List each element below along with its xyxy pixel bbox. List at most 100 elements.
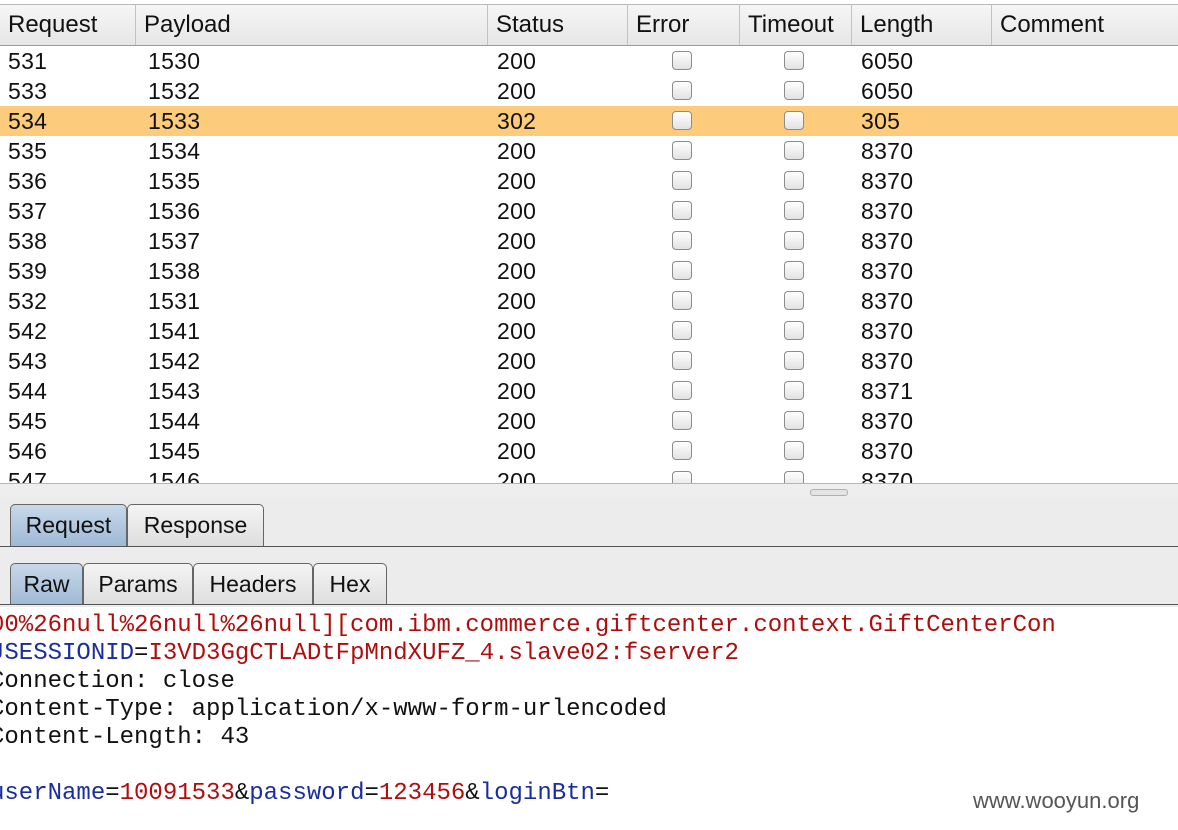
table-row[interactable]: 534 1533 302 305 [0,106,1178,136]
table-row[interactable]: 537 1536 200 8370 [0,196,1178,226]
table-row[interactable]: 533 1532 200 6050 [0,76,1178,106]
timeout-checkbox[interactable] [784,51,804,70]
request-line: Content-Type: application/x-www-form-url… [0,696,667,724]
tab-request[interactable]: Request [10,504,127,546]
request-token: & [465,780,480,807]
table-row[interactable]: 535 1534 200 8370 [0,136,1178,166]
error-checkbox[interactable] [672,351,692,370]
tab-headers[interactable]: Headers [193,563,313,605]
cell-length: 8370 [861,468,914,484]
timeout-checkbox[interactable] [784,321,804,340]
cell-status: 200 [497,228,537,254]
cell-request: 542 [8,318,48,344]
error-checkbox[interactable] [672,441,692,460]
cell-length: 8370 [861,138,914,164]
cell-request: 547 [8,468,48,484]
timeout-checkbox[interactable] [784,441,804,460]
cell-status: 200 [497,48,537,74]
error-checkbox[interactable] [672,321,692,340]
cell-payload: 1530 [148,48,201,74]
column-header-timeout[interactable]: Timeout [740,5,852,45]
table-row[interactable]: 536 1535 200 8370 [0,166,1178,196]
cell-request: 539 [8,258,48,284]
table-row[interactable]: 532 1531 200 8370 [0,286,1178,316]
timeout-checkbox[interactable] [784,261,804,280]
cell-payload: 1541 [148,318,201,344]
error-checkbox[interactable] [672,231,692,250]
cell-length: 8370 [861,318,914,344]
splitter-grip-icon[interactable] [810,489,848,496]
timeout-checkbox[interactable] [784,201,804,220]
column-header-request[interactable]: Request [0,5,136,45]
pane-splitter[interactable] [0,483,1178,498]
error-checkbox[interactable] [672,81,692,100]
error-checkbox[interactable] [672,261,692,280]
cell-status: 200 [497,168,537,194]
tab-hex[interactable]: Hex [313,563,387,605]
watermark: www.wooyun.org [973,788,1140,813]
request-token: 00%26null%26null%26null][com.ibm.commerc… [0,612,1056,639]
column-header-length[interactable]: Length [852,5,992,45]
cell-payload: 1543 [148,378,201,404]
table-row[interactable]: 544 1543 200 8371 [0,376,1178,406]
request-token: 10091533 [119,780,235,807]
column-header-payload[interactable]: Payload [136,5,488,45]
cell-payload: 1544 [148,408,201,434]
cell-length: 8370 [861,198,914,224]
table-row[interactable]: 546 1545 200 8370 [0,436,1178,466]
view-tab-bar: Request Response [0,497,1178,547]
request-token: = [134,640,149,667]
tab-params[interactable]: Params [83,563,193,605]
timeout-checkbox[interactable] [784,141,804,160]
request-token: Connection: close [0,668,235,695]
error-checkbox[interactable] [672,201,692,220]
cell-payload: 1531 [148,288,201,314]
column-header-error[interactable]: Error [628,5,740,45]
cell-request: 535 [8,138,48,164]
timeout-checkbox[interactable] [784,81,804,100]
error-checkbox[interactable] [672,141,692,160]
request-token: userName [0,780,106,807]
cell-status: 302 [497,108,537,134]
tab-response[interactable]: Response [127,504,264,546]
timeout-checkbox[interactable] [784,411,804,430]
timeout-checkbox[interactable] [784,171,804,190]
timeout-checkbox[interactable] [784,231,804,250]
timeout-checkbox[interactable] [784,111,804,130]
column-header-comment[interactable]: Comment [992,5,1178,45]
timeout-checkbox[interactable] [784,291,804,310]
column-header-status[interactable]: Status [488,5,628,45]
table-row[interactable]: 538 1537 200 8370 [0,226,1178,256]
table-row[interactable]: 547 1546 200 8370 [0,466,1178,484]
table-row[interactable]: 542 1541 200 8370 [0,316,1178,346]
cell-status: 200 [497,318,537,344]
tab-raw[interactable]: Raw [10,563,83,605]
table-row[interactable]: 545 1544 200 8370 [0,406,1178,436]
cell-payload: 1537 [148,228,201,254]
timeout-checkbox[interactable] [784,381,804,400]
format-tab-bar: Raw Params Headers Hex [0,547,1178,607]
cell-status: 200 [497,378,537,404]
request-token: = [364,780,379,807]
request-token: password [249,780,365,807]
request-token: & [234,780,250,807]
error-checkbox[interactable] [672,411,692,430]
cell-length: 8370 [861,168,914,194]
table-row[interactable]: 531 1530 200 6050 [0,46,1178,76]
cell-request: 545 [8,408,48,434]
cell-length: 6050 [861,48,914,74]
request-line: userName=10091533&password=123456&loginB… [0,780,609,808]
table-row[interactable]: 543 1542 200 8370 [0,346,1178,376]
table-row[interactable]: 539 1538 200 8370 [0,256,1178,286]
cell-request: 538 [8,228,48,254]
error-checkbox[interactable] [672,171,692,190]
error-checkbox[interactable] [672,51,692,70]
timeout-checkbox[interactable] [784,351,804,370]
cell-status: 200 [497,138,537,164]
request-token: = [594,780,610,807]
error-checkbox[interactable] [672,111,692,130]
error-checkbox[interactable] [672,291,692,310]
cell-length: 8370 [861,348,914,374]
cell-payload: 1535 [148,168,201,194]
error-checkbox[interactable] [672,381,692,400]
